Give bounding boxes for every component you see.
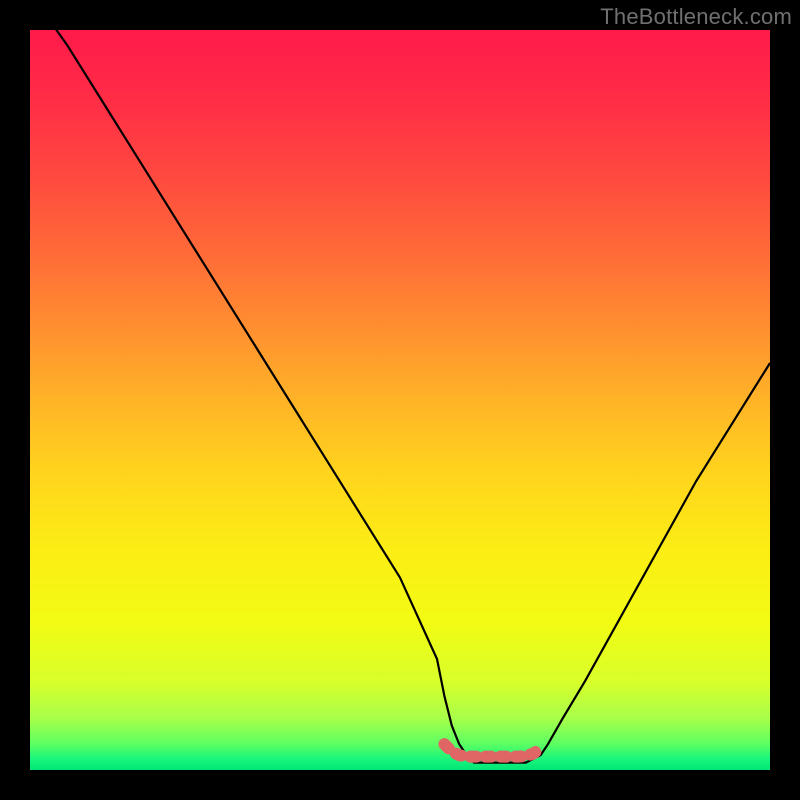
sweet-spot-marker — [444, 744, 540, 757]
bottleneck-curve — [30, 30, 770, 770]
chart-frame: TheBottleneck.com — [0, 0, 800, 800]
curve-line — [30, 30, 770, 763]
watermark-text: TheBottleneck.com — [600, 4, 792, 30]
plot-area — [30, 30, 770, 770]
